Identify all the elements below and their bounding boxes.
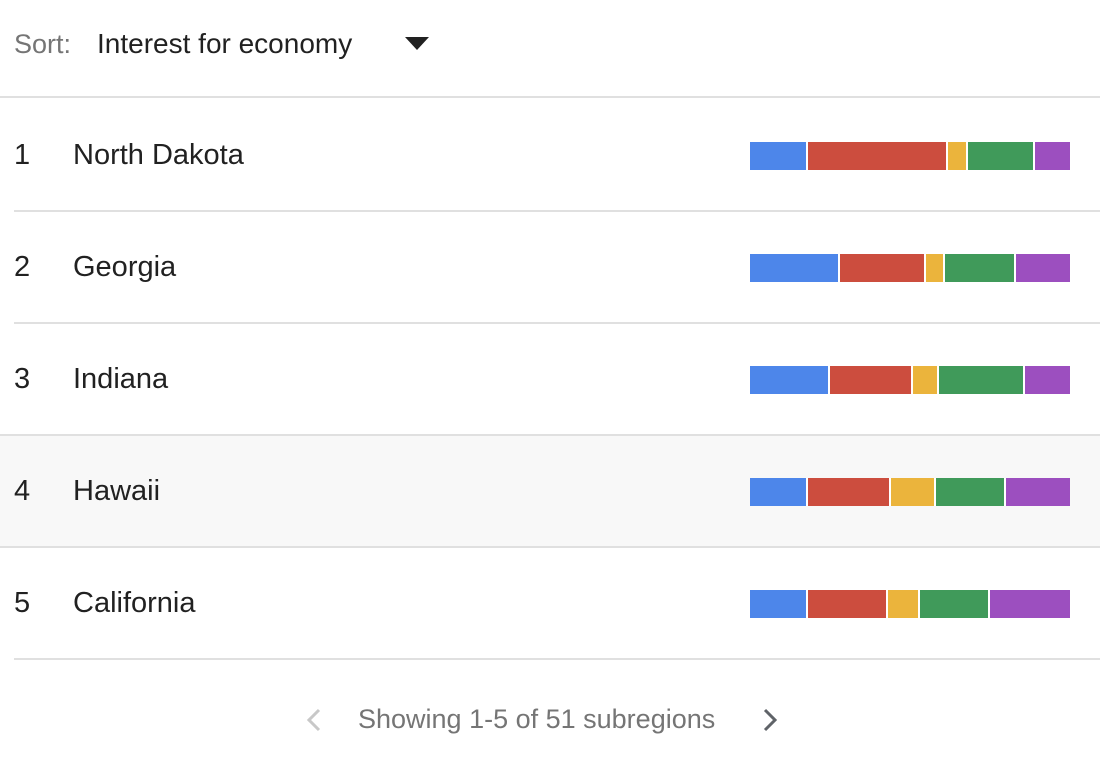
rank-number: 1 bbox=[14, 139, 31, 171]
interest-bar bbox=[750, 478, 1070, 506]
rank-number: 4 bbox=[14, 475, 31, 507]
segment-yellow bbox=[890, 478, 936, 506]
segment-green bbox=[945, 254, 1016, 282]
segment-yellow bbox=[925, 254, 946, 282]
interest-bar bbox=[750, 590, 1070, 618]
interest-bar bbox=[750, 142, 1070, 170]
segment-purple bbox=[1025, 366, 1070, 394]
list-item[interactable]: 5 California bbox=[0, 548, 1100, 660]
chevron-left-icon[interactable] bbox=[302, 706, 326, 734]
region-name[interactable]: Hawaii bbox=[73, 473, 160, 509]
segment-red bbox=[839, 254, 926, 282]
segment-blue bbox=[750, 590, 808, 618]
region-list: 1 North Dakota 2 Georgia 3 Indiana 4 Haw… bbox=[0, 100, 1100, 660]
rank-number: 3 bbox=[14, 363, 31, 395]
pagination-status: Showing 1-5 of 51 subregions bbox=[358, 704, 716, 734]
pagination: Showing 1-5 of 51 subregions bbox=[0, 690, 1100, 750]
segment-purple bbox=[1005, 478, 1070, 506]
segment-yellow bbox=[948, 142, 968, 170]
segment-red bbox=[807, 142, 949, 170]
segment-blue bbox=[750, 142, 808, 170]
caret-down-icon[interactable] bbox=[405, 37, 429, 51]
segment-red bbox=[807, 478, 891, 506]
rank-number: 2 bbox=[14, 251, 31, 283]
rank-number: 5 bbox=[14, 587, 31, 619]
sort-bar: Sort: Interest for economy bbox=[0, 0, 1100, 98]
list-item-hovered[interactable]: 4 Hawaii bbox=[0, 436, 1100, 548]
list-item[interactable]: 2 Georgia bbox=[0, 212, 1100, 324]
segment-purple bbox=[989, 590, 1070, 618]
segment-green bbox=[938, 366, 1026, 394]
region-name[interactable]: North Dakota bbox=[73, 137, 244, 173]
region-name[interactable]: Georgia bbox=[73, 249, 176, 285]
interest-bar bbox=[750, 254, 1070, 282]
list-item[interactable]: 3 Indiana bbox=[0, 324, 1100, 436]
region-name[interactable]: Indiana bbox=[73, 361, 168, 397]
interest-bar bbox=[750, 366, 1070, 394]
segment-blue bbox=[750, 478, 808, 506]
segment-green bbox=[967, 142, 1035, 170]
chevron-right-icon[interactable] bbox=[758, 706, 782, 734]
region-name[interactable]: California bbox=[73, 585, 196, 621]
segment-blue bbox=[750, 254, 840, 282]
segment-purple bbox=[1015, 254, 1070, 282]
segment-red bbox=[807, 590, 888, 618]
region-ranking-widget: Sort: Interest for economy 1 North Dakot… bbox=[0, 0, 1100, 762]
segment-yellow bbox=[887, 590, 920, 618]
sort-label: Sort: bbox=[14, 29, 72, 59]
sort-select[interactable]: Interest for economy bbox=[97, 26, 352, 62]
segment-green bbox=[919, 590, 990, 618]
divider bbox=[14, 658, 1100, 660]
segment-purple bbox=[1034, 142, 1070, 170]
segment-red bbox=[830, 366, 914, 394]
segment-yellow bbox=[913, 366, 939, 394]
segment-green bbox=[935, 478, 1006, 506]
segment-blue bbox=[750, 366, 830, 394]
list-item[interactable]: 1 North Dakota bbox=[0, 100, 1100, 212]
